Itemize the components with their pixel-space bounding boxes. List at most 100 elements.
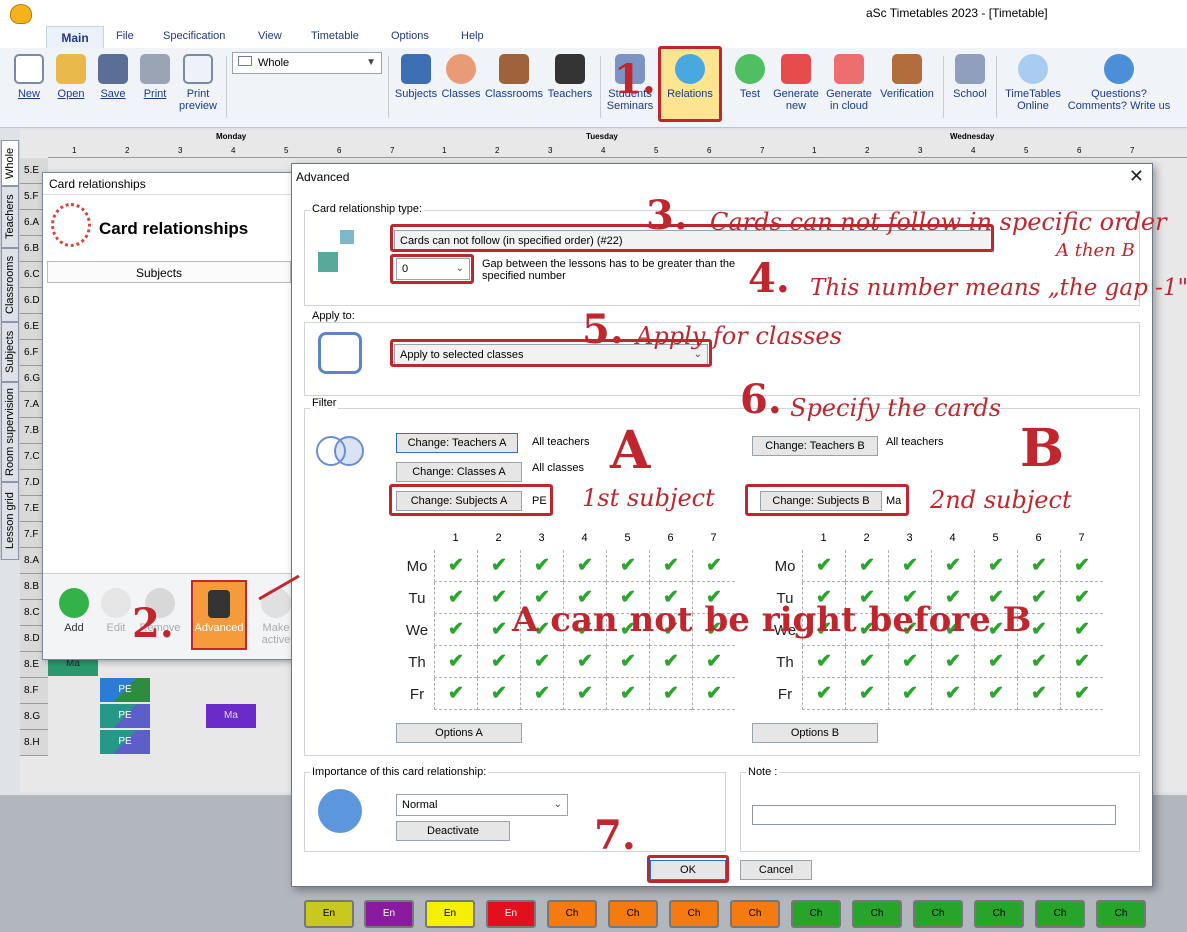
print-button[interactable]: Print [139,54,171,100]
check-cell-icon[interactable]: ✔ [434,550,477,582]
row-label[interactable]: 8.G [20,704,48,730]
new-button[interactable]: New [14,54,44,100]
check-cell-icon[interactable]: ✔ [974,646,1017,678]
check-cell-icon[interactable]: ✔ [649,550,692,582]
card-chip[interactable]: En [425,900,475,928]
view-select[interactable]: Whole ▼ [232,52,382,74]
card-chip[interactable]: Ch [669,900,719,928]
advanced-button[interactable]: Advanced [191,580,247,650]
row-label[interactable]: 8.H [20,730,48,756]
grid-period-header[interactable]: 4 [563,532,606,544]
generate-new-button[interactable]: Generate new [770,54,822,112]
side-tab-whole[interactable]: Whole [1,140,19,186]
verification-button[interactable]: Verification [876,54,938,100]
check-cell-icon[interactable]: ✔ [477,550,520,582]
grid-period-header[interactable]: 7 [692,532,735,544]
grid-day-label[interactable]: Tu [400,590,434,607]
check-cell-icon[interactable]: ✔ [606,550,649,582]
card-chip[interactable]: Ch [730,900,780,928]
save-button[interactable]: Save [97,54,129,100]
grid-day-label[interactable]: Fr [768,686,802,703]
check-cell-icon[interactable]: ✔ [802,550,845,582]
tab-help[interactable]: Help [461,30,484,42]
check-cell-icon[interactable]: ✔ [974,550,1017,582]
check-cell-icon[interactable]: ✔ [434,646,477,678]
check-cell-icon[interactable]: ✔ [1060,646,1103,678]
grid-period-header[interactable]: 7 [1060,532,1103,544]
grid-period-header[interactable]: 2 [477,532,520,544]
check-cell-icon[interactable]: ✔ [649,678,692,710]
grid-period-header[interactable]: 4 [931,532,974,544]
grid-period-header[interactable]: 3 [888,532,931,544]
check-cell-icon[interactable]: ✔ [520,678,563,710]
grid-day-label[interactable]: Th [768,654,802,671]
side-tab-subjects[interactable]: Subjects [1,322,19,382]
check-cell-icon[interactable]: ✔ [1060,678,1103,710]
check-cell-icon[interactable]: ✔ [931,646,974,678]
side-tab-classrooms[interactable]: Classrooms [1,248,19,322]
grid-period-header[interactable]: 1 [802,532,845,544]
check-cell-icon[interactable]: ✔ [845,646,888,678]
check-cell-icon[interactable]: ✔ [477,646,520,678]
check-cell-icon[interactable]: ✔ [692,678,735,710]
options-a-button[interactable]: Options A [396,723,522,743]
check-cell-icon[interactable]: ✔ [434,614,477,646]
grid-period-header[interactable]: 5 [974,532,1017,544]
check-cell-icon[interactable]: ✔ [1060,550,1103,582]
tab-main[interactable]: Main [46,26,104,48]
side-tab-lesson-grid[interactable]: Lesson grid [1,482,19,560]
card-chip[interactable]: En [486,900,536,928]
column-subjects[interactable]: Subjects [136,266,182,280]
check-cell-icon[interactable]: ✔ [477,678,520,710]
lesson-cell[interactable]: PE [100,704,150,728]
tab-specification[interactable]: Specification [163,30,225,42]
check-cell-icon[interactable]: ✔ [931,678,974,710]
check-cell-icon[interactable]: ✔ [520,550,563,582]
open-button[interactable]: Open [54,54,88,100]
row-label[interactable]: 8.F [20,678,48,704]
check-cell-icon[interactable]: ✔ [1017,646,1060,678]
change-teachers-b-button[interactable]: Change: Teachers B [752,436,878,456]
tab-view[interactable]: View [258,30,282,42]
grid-day-label[interactable]: Fr [400,686,434,703]
check-cell-icon[interactable]: ✔ [434,582,477,614]
check-cell-icon[interactable]: ✔ [434,678,477,710]
tab-timetable[interactable]: Timetable [311,30,359,42]
deactivate-button[interactable]: Deactivate [396,821,510,841]
note-input[interactable] [752,805,1116,825]
check-cell-icon[interactable]: ✔ [1017,550,1060,582]
check-cell-icon[interactable]: ✔ [606,678,649,710]
questions-button[interactable]: Questions? Comments? Write us [1064,54,1174,112]
tab-options[interactable]: Options [391,30,429,42]
grid-period-header[interactable]: 2 [845,532,888,544]
check-cell-icon[interactable]: ✔ [563,678,606,710]
check-cell-icon[interactable]: ✔ [563,550,606,582]
card-chip[interactable]: Ch [913,900,963,928]
grid-period-header[interactable]: 3 [520,532,563,544]
tab-file[interactable]: File [116,30,134,42]
check-cell-icon[interactable]: ✔ [802,678,845,710]
card-chip[interactable]: Ch [1096,900,1146,928]
check-cell-icon[interactable]: ✔ [1060,582,1103,614]
add-button[interactable]: Add [51,588,97,634]
card-chip[interactable]: Ch [852,900,902,928]
card-chip[interactable]: Ch [974,900,1024,928]
check-cell-icon[interactable]: ✔ [606,646,649,678]
test-button[interactable]: Test [734,54,766,100]
check-cell-icon[interactable]: ✔ [845,550,888,582]
check-cell-icon[interactable]: ✔ [931,550,974,582]
check-cell-icon[interactable]: ✔ [1017,678,1060,710]
grid-day-label[interactable]: Mo [768,558,802,575]
importance-select[interactable]: Normal ⌄ [396,794,568,816]
check-cell-icon[interactable]: ✔ [692,550,735,582]
card-chip[interactable]: En [364,900,414,928]
close-icon[interactable]: ✕ [1129,166,1144,187]
options-b-button[interactable]: Options B [752,723,878,743]
cancel-button[interactable]: Cancel [740,860,812,880]
change-classes-a-button[interactable]: Change: Classes A [396,462,522,482]
timetables-online-button[interactable]: TimeTables Online [1000,54,1066,112]
lesson-cell[interactable]: Ma [206,704,256,728]
card-chip[interactable]: Ch [608,900,658,928]
side-tab-teachers[interactable]: Teachers [1,186,19,248]
check-cell-icon[interactable]: ✔ [888,550,931,582]
